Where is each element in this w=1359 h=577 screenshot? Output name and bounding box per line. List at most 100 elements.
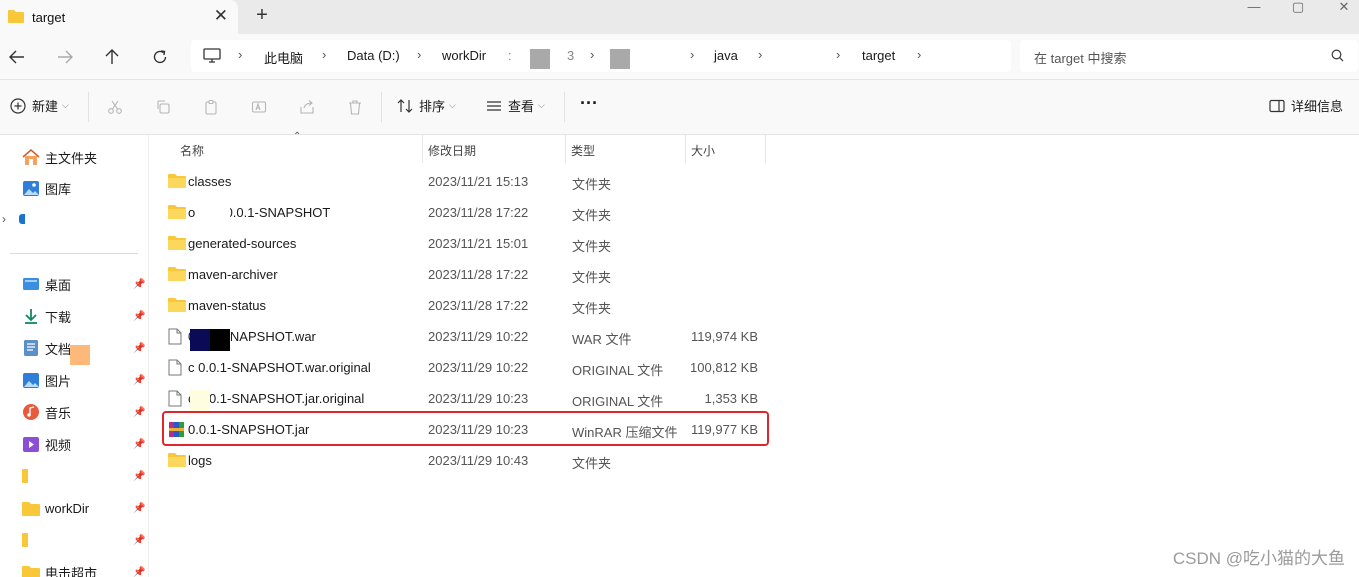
column-header-name[interactable]: 名称 [160, 135, 422, 163]
tab-title: target [32, 9, 66, 25]
pin-icon[interactable]: 📌 [133, 471, 145, 482]
arrow-up-icon [105, 49, 119, 64]
sidebar-item-home[interactable]: 主文件夹 [22, 147, 97, 167]
column-header-type[interactable]: 类型 [565, 135, 685, 163]
highlight-box [162, 411, 769, 446]
copy-button[interactable] [152, 96, 174, 118]
folder-icon [168, 204, 186, 222]
close-tab-icon[interactable]: ✕ [214, 6, 228, 26]
sidebar-item-desktop[interactable]: 桌面 [22, 274, 71, 294]
file-row[interactable]: c 0.0.1-SNAPSHOT.war.original 2023/11/29 … [160, 353, 770, 381]
chevron-right-icon: › [690, 47, 695, 62]
file-size: 119,974 KB [691, 329, 758, 344]
pin-icon[interactable]: 📌 [133, 311, 145, 322]
cloud-icon [19, 214, 25, 224]
sidebar-item-workdir[interactable]: workDir [22, 498, 89, 518]
breadcrumb-this-pc[interactable]: 此电脑 [264, 48, 303, 67]
search-placeholder: 在 target 中搜索 [1034, 51, 1127, 66]
pin-icon[interactable]: 📌 [133, 375, 145, 386]
up-button[interactable] [101, 46, 123, 68]
forward-button[interactable] [54, 46, 76, 68]
pin-icon[interactable]: 📌 [133, 279, 145, 290]
sidebar-item-folder-redacted-2[interactable] [22, 530, 33, 550]
share-icon [300, 100, 314, 114]
file-date: 2023/11/29 10:43 [428, 453, 529, 468]
breadcrumb-redacted-1[interactable]: : [508, 48, 512, 63]
sidebar-item-label: 视频 [45, 437, 72, 453]
file-name: classes [188, 174, 232, 189]
back-button[interactable] [6, 46, 28, 68]
file-row[interactable]: 0.0.1-SNAPSHOT.war 2023/11/29 10:22 WAR 文件… [160, 322, 770, 350]
sidebar-item-gallery[interactable]: 图库 [22, 178, 71, 198]
more-options-button[interactable]: ··· [580, 93, 598, 114]
file-type: ORIGINAL 文件 [572, 394, 664, 409]
view-button[interactable]: 查看 ⌵ [486, 96, 545, 115]
gallery-icon [23, 180, 39, 196]
paste-button[interactable] [200, 96, 222, 118]
plus-circle-icon [10, 97, 26, 114]
tab-target[interactable]: target ✕ [0, 0, 238, 34]
address-bar[interactable]: › 此电脑 › Data (D:) › workDir : 3 › › java… [191, 40, 1011, 72]
file-row[interactable]: maven-archiver 2023/11/28 17:22 文件夹 [160, 260, 770, 288]
sidebar-item-downloads[interactable]: 下载 [22, 306, 71, 326]
file-date: 2023/11/21 15:01 [428, 236, 529, 251]
file-row[interactable]: c 0.0.1-SNAPSHOT.jar.original 2023/11/29 … [160, 384, 770, 412]
search-icon [1331, 49, 1344, 65]
pin-icon[interactable]: 📌 [133, 535, 145, 546]
sidebar-item-documents[interactable]: 文档 [22, 338, 71, 358]
maximize-button[interactable]: ▢ [1288, 0, 1308, 14]
new-button[interactable]: 新建 ⌵ [10, 96, 69, 115]
file-type: 文件夹 [572, 177, 612, 192]
sidebar-item-folder-redacted[interactable] [22, 466, 33, 486]
sidebar-item-onedrive[interactable]: › [2, 209, 25, 229]
details-pane-button[interactable]: 详细信息 [1269, 96, 1343, 115]
sidebar-item-label: 主文件夹 [45, 150, 98, 166]
details-label: 详细信息 [1291, 99, 1344, 114]
download-icon [25, 309, 37, 324]
file-row[interactable]: classes 2023/11/21 15:13 文件夹 [160, 167, 770, 195]
chevron-down-icon: ⌵ [449, 100, 456, 110]
folder-icon [8, 9, 24, 26]
close-window-button[interactable]: ✕ [1334, 0, 1354, 14]
minimize-button[interactable]: — [1244, 0, 1264, 14]
sidebar-item-videos[interactable]: 视频 [22, 434, 71, 454]
file-name: generated-sources [188, 236, 297, 251]
column-header-size[interactable]: 大小 [685, 135, 765, 163]
sort-button[interactable]: 排序 ⌵ [397, 96, 456, 115]
pin-icon[interactable]: 📌 [133, 439, 145, 450]
delete-button[interactable] [344, 96, 366, 118]
sidebar-item-pictures[interactable]: 图片 [22, 370, 71, 390]
chevron-right-icon: › [590, 47, 595, 62]
column-divider[interactable] [765, 135, 766, 163]
breadcrumb-data-d[interactable]: Data (D:) [347, 48, 400, 63]
file-row[interactable]: generated-sources 2023/11/21 15:01 文件夹 [160, 229, 770, 257]
watermark: CSDN @吃小猫的大鱼 [1172, 549, 1345, 568]
sort-label: 排序 [419, 99, 446, 114]
refresh-button[interactable] [149, 46, 171, 68]
file-row[interactable]: o.lil. 0 0.0.1-SNAPSHOT 2023/11/28 17:22 文… [160, 198, 770, 226]
pin-icon[interactable]: 📌 [133, 567, 145, 577]
new-tab-button[interactable]: + [252, 4, 272, 27]
pin-icon[interactable]: 📌 [133, 343, 145, 354]
sidebar-item-music[interactable]: 音乐 [22, 402, 71, 422]
breadcrumb-workdir[interactable]: workDir [442, 48, 486, 63]
new-label: 新建 [32, 99, 59, 114]
file-name: maven-status [188, 298, 267, 313]
folder-icon [22, 533, 28, 547]
pin-icon[interactable]: 📌 [133, 407, 145, 418]
share-button[interactable] [296, 96, 318, 118]
column-header-label: 修改日期 [428, 144, 477, 158]
sidebar-item-supermarket[interactable]: 电击超市 [22, 562, 97, 577]
breadcrumb-redacted-2[interactable]: 3 [567, 48, 574, 63]
pin-icon[interactable]: 📌 [133, 503, 145, 514]
file-name: maven-archiver [188, 267, 278, 282]
cut-button[interactable] [104, 96, 126, 118]
breadcrumb-target[interactable]: target [862, 48, 895, 63]
file-row[interactable]: logs 2023/11/29 10:43 文件夹 [160, 446, 770, 474]
column-header-modified[interactable]: 修改日期 [422, 135, 565, 163]
search-input[interactable]: 在 target 中搜索 [1020, 40, 1358, 72]
file-row[interactable]: maven-status 2023/11/28 17:22 文件夹 [160, 291, 770, 319]
breadcrumb-java[interactable]: java [714, 48, 738, 63]
rename-button[interactable] [248, 96, 270, 118]
file-type: 文件夹 [572, 239, 612, 254]
